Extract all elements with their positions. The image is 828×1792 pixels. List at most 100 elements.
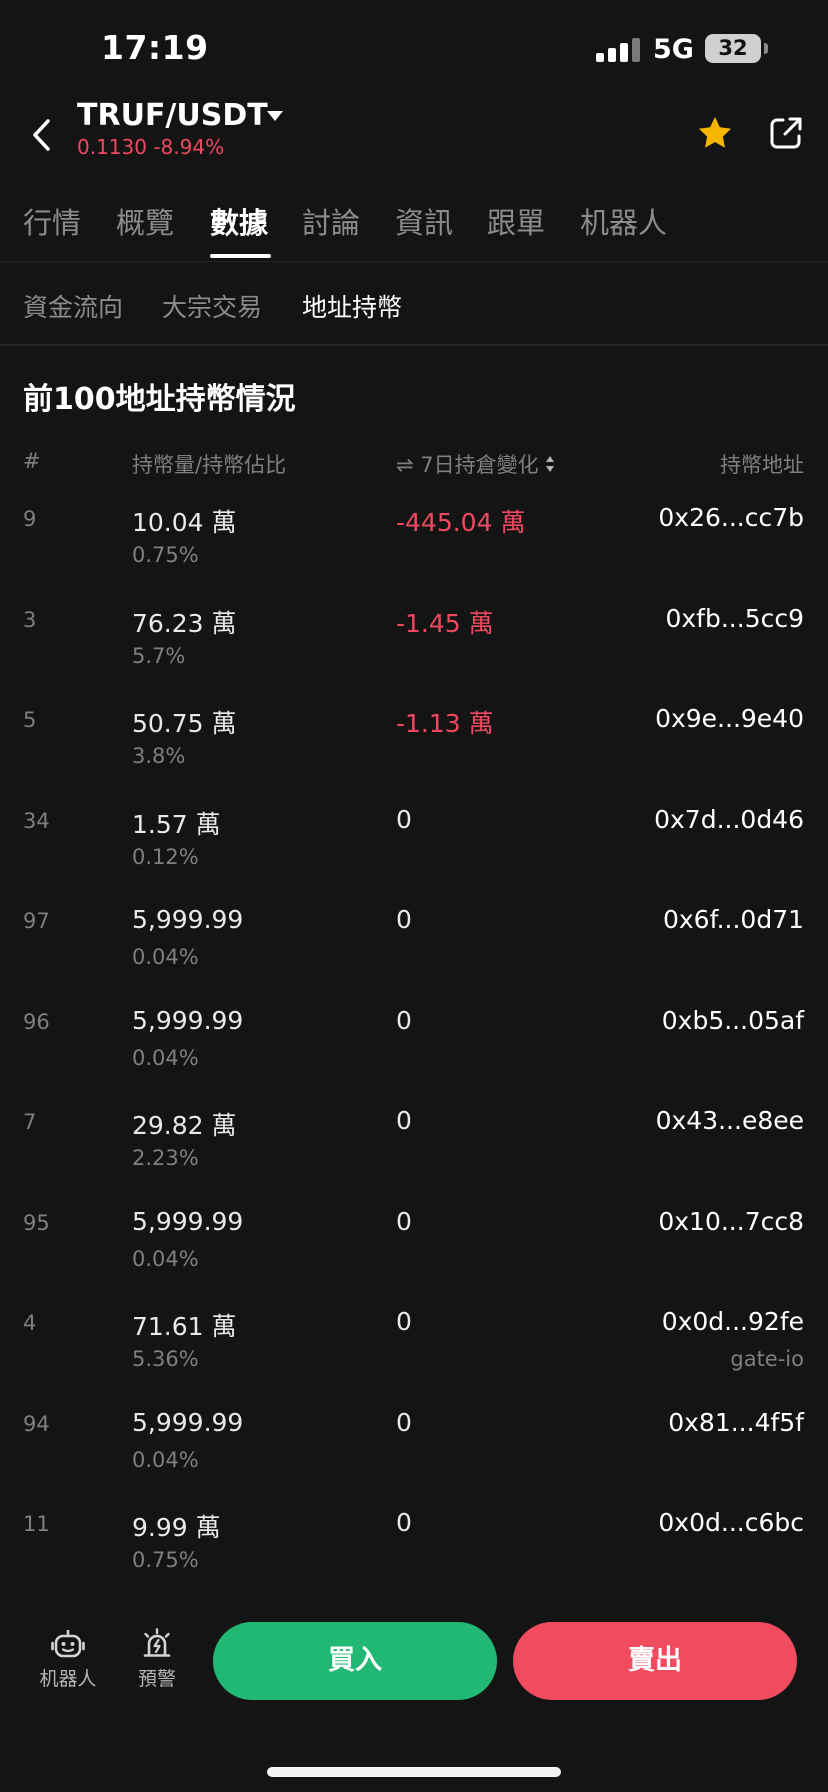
- tab-news[interactable]: 資訊: [395, 200, 453, 242]
- rank-cell: 97: [23, 909, 50, 933]
- position-change: 0: [396, 1106, 412, 1135]
- status-time: 17:19: [101, 28, 209, 67]
- subtab-capital-flow[interactable]: 資金流向: [23, 288, 123, 324]
- holding-amount: 9.99 萬: [132, 1513, 221, 1542]
- holding-amount: 5,999.99: [132, 1005, 244, 1035]
- holder-address: 0x43...e8ee: [655, 1106, 804, 1135]
- subtab-address-holdings[interactable]: 地址持幣: [302, 288, 402, 324]
- tab-robot[interactable]: 机器人: [580, 200, 667, 242]
- column-header-address: 持幣地址: [720, 453, 804, 477]
- table-row[interactable]: 3 76.23 萬 5.7% -1.45 萬 0xfb...5cc9: [0, 604, 828, 708]
- robot-button[interactable]: 机器人: [28, 1628, 108, 1691]
- table-row[interactable]: 34 1.57 萬 0.12% 0 0x7d...0d46: [0, 805, 828, 909]
- holder-address: 0x26...cc7b: [658, 503, 804, 532]
- rank-cell: 11: [23, 1512, 50, 1536]
- favorite-star-icon[interactable]: [696, 114, 734, 152]
- holder-address: 0xfb...5cc9: [665, 603, 804, 633]
- holding-amount: 10.04 萬: [132, 508, 237, 537]
- alert-label: 預警: [137, 1668, 176, 1690]
- position-change: 0: [396, 1206, 412, 1236]
- sell-button[interactable]: 賣出: [513, 1622, 797, 1700]
- sub-tabs: 資金流向 大宗交易 地址持幣: [0, 262, 828, 346]
- chevron-down-icon[interactable]: [266, 108, 284, 122]
- rank-cell: 5: [23, 708, 37, 732]
- table-row[interactable]: 11 9.99 萬 0.75% 0 0x0d...c6bc: [0, 1508, 828, 1612]
- holder-address: 0x9e...9e40: [655, 704, 804, 733]
- alarm-icon: [143, 1628, 171, 1657]
- tab-overview[interactable]: 概覽: [116, 200, 174, 242]
- table-row[interactable]: 96 5,999.99 0.04% 0 0xb5...05af: [0, 1006, 828, 1110]
- tab-market[interactable]: 行情: [23, 200, 81, 242]
- robot-icon: [51, 1630, 85, 1658]
- sort-icon: [545, 456, 554, 472]
- rank-cell: 95: [23, 1210, 50, 1235]
- holding-percentage: 0.04%: [132, 1447, 199, 1472]
- holding-percentage: 5.36%: [132, 1347, 199, 1371]
- rank-cell: 94: [23, 1411, 50, 1436]
- pair-selector[interactable]: TRUF/USDT: [77, 98, 268, 133]
- holder-address: 0xb5...05af: [661, 1005, 804, 1035]
- table-row[interactable]: 5 50.75 萬 3.8% -1.13 萬 0x9e...9e40: [0, 704, 828, 808]
- table-row[interactable]: 7 29.82 萬 2.23% 0 0x43...e8ee: [0, 1106, 828, 1210]
- status-bar: 17:19 5G 32: [0, 0, 828, 100]
- rank-cell: 34: [23, 808, 50, 833]
- rank-cell: 3: [23, 607, 37, 632]
- alert-button[interactable]: 預警: [117, 1628, 197, 1691]
- table-row[interactable]: 94 5,999.99 0.04% 0 0x81...4f5f: [0, 1408, 828, 1512]
- price-change: 0.1130 -8.94%: [77, 135, 225, 159]
- rank-cell: 7: [23, 1110, 37, 1134]
- tab-discussion[interactable]: 討論: [302, 200, 360, 242]
- bottom-bar: 机器人 預警 買入 賣出: [0, 1600, 828, 1792]
- table-row[interactable]: 97 5,999.99 0.04% 0 0x6f...0d71: [0, 905, 828, 1009]
- swap-icon: ⇌: [396, 453, 414, 477]
- holding-percentage: 0.04%: [132, 1246, 199, 1271]
- position-change: -1.45 萬: [396, 608, 494, 638]
- holding-amount: 50.75 萬: [132, 709, 237, 738]
- holding-amount: 29.82 萬: [132, 1111, 237, 1140]
- tab-copy-trading[interactable]: 跟單: [487, 200, 545, 242]
- subtab-block-trades[interactable]: 大宗交易: [162, 288, 262, 324]
- holding-percentage: 0.04%: [132, 1045, 199, 1070]
- holding-percentage: 5.7%: [132, 643, 186, 668]
- position-change: 0: [396, 1508, 412, 1537]
- share-icon[interactable]: [768, 115, 804, 151]
- holding-percentage: 0.75%: [132, 1548, 199, 1572]
- column-header-rank: #: [23, 449, 41, 473]
- column-header-holding: 持幣量/持幣佔比: [132, 453, 287, 477]
- position-change: 0: [396, 905, 412, 934]
- back-icon[interactable]: [26, 116, 60, 154]
- holding-amount: 1.57 萬: [132, 809, 221, 839]
- section-title: 前100地址持幣情況: [23, 382, 296, 417]
- table-row[interactable]: 9 10.04 萬 0.75% -445.04 萬 0x26...cc7b: [0, 503, 828, 607]
- active-tab-indicator: [210, 254, 271, 258]
- rank-cell: 96: [23, 1009, 50, 1034]
- position-change: 0: [396, 1005, 412, 1035]
- holder-address: 0x0d...92fe: [661, 1307, 804, 1336]
- address-tag: gate-io: [730, 1347, 804, 1371]
- rank-cell: 9: [23, 507, 37, 531]
- table-row[interactable]: 4 71.61 萬 5.36% 0 0x0d...92fe gate-io: [0, 1307, 828, 1411]
- battery-icon: 32: [705, 34, 768, 63]
- position-change: 0: [396, 804, 412, 834]
- table-row[interactable]: 95 5,999.99 0.04% 0 0x10...7cc8: [0, 1207, 828, 1311]
- holding-percentage: 0.75%: [132, 543, 199, 567]
- holding-amount: 5,999.99: [132, 1407, 244, 1437]
- holding-amount: 76.23 萬: [132, 608, 237, 638]
- position-change: 0: [396, 1407, 412, 1437]
- holder-address: 0x81...4f5f: [668, 1407, 804, 1437]
- robot-label: 机器人: [39, 1668, 97, 1690]
- tab-data[interactable]: 數據: [210, 200, 268, 242]
- buy-button[interactable]: 買入: [213, 1622, 497, 1700]
- column-header-change-label: 7日持倉變化: [420, 453, 539, 477]
- holder-address: 0x6f...0d71: [662, 905, 804, 934]
- holding-percentage: 0.04%: [132, 945, 199, 969]
- home-indicator: [267, 1767, 561, 1777]
- holder-address: 0x0d...c6bc: [658, 1508, 804, 1537]
- holding-percentage: 3.8%: [132, 744, 186, 768]
- holding-amount: 71.61 萬: [132, 1312, 237, 1341]
- column-header-change[interactable]: ⇌ 7日持倉變化: [396, 449, 555, 479]
- position-change: -1.13 萬: [396, 709, 494, 738]
- holding-percentage: 0.12%: [132, 844, 199, 869]
- position-change: -445.04 萬: [396, 508, 526, 537]
- holding-amount: 5,999.99: [132, 905, 244, 934]
